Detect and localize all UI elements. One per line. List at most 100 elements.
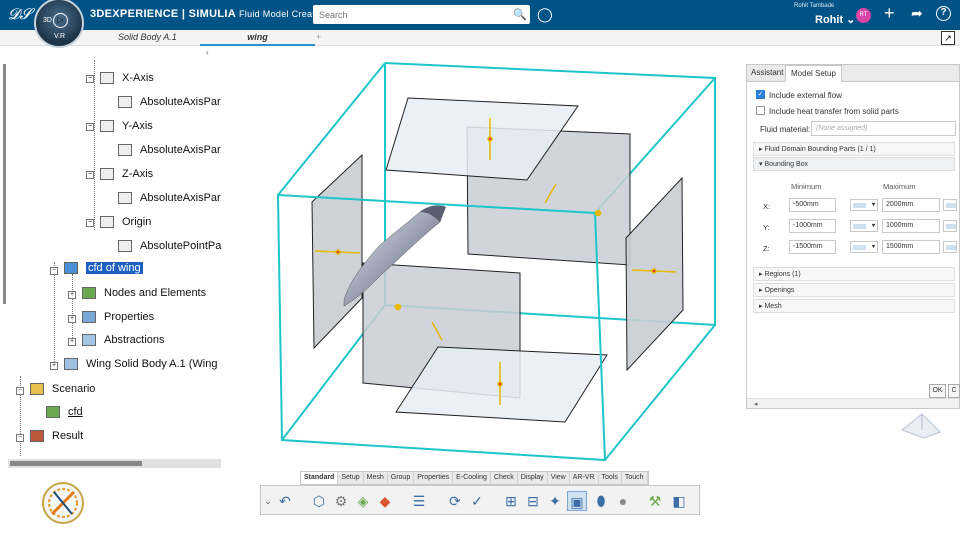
expand-toggle[interactable]: − <box>16 434 24 442</box>
color-part-icon[interactable]: ◆ <box>375 491 395 511</box>
expand-toggle[interactable]: + <box>68 338 76 346</box>
x-min-unit[interactable]: ▾ <box>850 199 878 211</box>
shading-icon[interactable]: ▣ <box>567 491 587 511</box>
cancel-button[interactable]: C <box>948 384 960 398</box>
expand-toggle[interactable]: − <box>86 219 94 227</box>
search-box[interactable]: 🔍 <box>313 5 530 25</box>
tab-setup[interactable]: Setup <box>338 472 364 484</box>
tab-properties[interactable]: Properties <box>414 472 454 484</box>
model-canvas[interactable] <box>225 46 745 471</box>
y-min-field[interactable]: -1000mm <box>789 219 836 233</box>
search-input[interactable] <box>313 5 498 25</box>
tag-icon[interactable]: ◯ <box>537 6 553 23</box>
refresh-icon[interactable]: ⟳ <box>445 491 465 511</box>
tree-expand-icon[interactable]: ⊞ <box>501 491 521 511</box>
tab-tools[interactable]: Tools <box>599 472 622 484</box>
collapse-toolbar-icon[interactable]: ⌄ <box>263 491 273 511</box>
tab-touch[interactable]: Touch <box>622 472 648 484</box>
tree-structure-icon[interactable]: ⊟ <box>523 491 543 511</box>
scrollbar-thumb[interactable] <box>10 461 142 466</box>
tree-item-y-axis[interactable]: Y-Axis <box>100 120 153 133</box>
solid-domain-icon[interactable]: ⚙ <box>331 491 351 511</box>
pin-icon[interactable]: ✦ <box>545 491 565 511</box>
tab-wing[interactable]: wing <box>200 30 315 46</box>
z-max-field[interactable]: 1500mm <box>882 240 940 254</box>
ok-button[interactable]: OK <box>929 384 946 398</box>
mesh-part-icon[interactable]: ◈ <box>353 491 373 511</box>
tree-item-wing-solid-body[interactable]: Wing Solid Body A.1 (Wing <box>64 358 217 371</box>
tree-item-origin[interactable]: Origin <box>100 216 151 229</box>
tab-assistant[interactable]: Assistant <box>751 68 783 77</box>
help-icon[interactable]: ? <box>936 6 951 21</box>
expand-toggle[interactable]: − <box>16 387 24 395</box>
section-openings[interactable]: ▸ Openings <box>753 283 955 297</box>
expand-toggle[interactable]: + <box>68 315 76 323</box>
tree-item-result[interactable]: Result <box>30 430 83 443</box>
panel-scrollbar[interactable]: ◂ <box>747 398 959 408</box>
y-max-unit[interactable] <box>943 220 957 232</box>
tree-item-abstractions[interactable]: Abstractions <box>82 334 165 347</box>
tree-item-axis-param-y[interactable]: AbsoluteAxisPar <box>118 144 221 157</box>
check-icon[interactable]: ✓ <box>467 491 487 511</box>
tab-mesh[interactable]: Mesh <box>364 472 388 484</box>
avatar[interactable]: RT <box>856 8 871 23</box>
tree-item-x-axis[interactable]: X-Axis <box>100 72 154 85</box>
external-flow-checkbox[interactable]: ✓ <box>756 90 765 99</box>
z-max-unit[interactable] <box>943 241 957 253</box>
section-bounding-parts[interactable]: ▸ Fluid Domain Bounding Parts (1 / 1) <box>753 142 955 156</box>
3d-viewport[interactable] <box>225 46 745 471</box>
cylinder-icon[interactable]: ⬮ <box>591 491 611 511</box>
search-icon[interactable]: 🔍 <box>513 8 527 21</box>
navigation-triad-icon[interactable] <box>896 408 946 442</box>
play-icon[interactable]: ▷ <box>53 13 68 28</box>
new-tab-button[interactable]: + <box>316 32 321 42</box>
tab-e-cooling[interactable]: E-Cooling <box>453 472 491 484</box>
share-icon[interactable]: ➦ <box>911 5 923 22</box>
tab-solid-body[interactable]: Solid Body A.1 <box>118 32 177 42</box>
tab-model-setup[interactable]: Model Setup <box>785 65 842 82</box>
right-plane[interactable] <box>625 176 684 372</box>
table-icon[interactable]: ☰ <box>409 491 429 511</box>
tab-view[interactable]: View <box>548 472 570 484</box>
expand-toggle[interactable]: − <box>86 75 94 83</box>
section-bounding-box[interactable]: ▾ Bounding Box <box>753 157 955 171</box>
sphere-icon[interactable]: ● <box>613 491 633 511</box>
expand-toggle[interactable]: − <box>86 171 94 179</box>
tree-item-point-param[interactable]: AbsolutePointPa <box>118 240 221 253</box>
add-icon[interactable]: + <box>884 3 895 24</box>
compass-icon[interactable]: 3D ▷ V.R <box>34 0 84 48</box>
expand-toggle[interactable]: − <box>86 123 94 131</box>
undo-icon[interactable]: ↶ <box>275 491 295 511</box>
tree-item-properties[interactable]: Properties <box>82 311 154 324</box>
expand-toggle[interactable]: − <box>50 267 58 275</box>
z-min-unit[interactable]: ▾ <box>850 241 878 253</box>
tab-ar-vr[interactable]: AR-VR <box>570 472 599 484</box>
section-regions[interactable]: ▸ Regions (1) <box>753 267 955 281</box>
tree-item-nodes-elements[interactable]: Nodes and Elements <box>82 287 206 300</box>
tab-check[interactable]: Check <box>491 472 518 484</box>
y-min-unit[interactable]: ▾ <box>850 220 878 232</box>
tab-group[interactable]: Group <box>388 472 415 484</box>
tree-item-axis-param-x[interactable]: AbsoluteAxisPar <box>118 96 221 109</box>
tree-item-scenario[interactable]: Scenario <box>30 383 95 396</box>
expand-toggle[interactable]: + <box>68 291 76 299</box>
tools-icon[interactable]: ⚒ <box>645 491 665 511</box>
tree-item-cfd-of-wing[interactable]: cfd of wing <box>64 262 143 275</box>
tab-display[interactable]: Display <box>518 472 548 484</box>
y-max-field[interactable]: 1000mm <box>882 219 940 233</box>
expand-icon[interactable]: ↗ <box>941 31 955 45</box>
x-max-unit[interactable] <box>943 199 957 211</box>
x-min-field[interactable]: -500mm <box>789 198 836 212</box>
ds-logo-icon[interactable]: 𝓓𝓢 <box>8 5 31 23</box>
section-mesh[interactable]: ▸ Mesh <box>753 299 955 313</box>
expand-toggle[interactable]: + <box>50 362 58 370</box>
z-min-field[interactable]: -1500mm <box>789 240 836 254</box>
heat-transfer-checkbox[interactable] <box>756 106 765 115</box>
tree-item-z-axis[interactable]: Z-Axis <box>100 168 153 181</box>
x-max-field[interactable]: 2000mm <box>882 198 940 212</box>
tab-standard[interactable]: Standard <box>301 472 339 484</box>
user-menu[interactable]: Rohit ⌄ <box>815 13 855 26</box>
tree-scrollbar[interactable] <box>3 64 6 304</box>
fluid-material-field[interactable]: (None assigned) <box>811 121 956 136</box>
tree-item-axis-param-z[interactable]: AbsoluteAxisPar <box>118 192 221 205</box>
